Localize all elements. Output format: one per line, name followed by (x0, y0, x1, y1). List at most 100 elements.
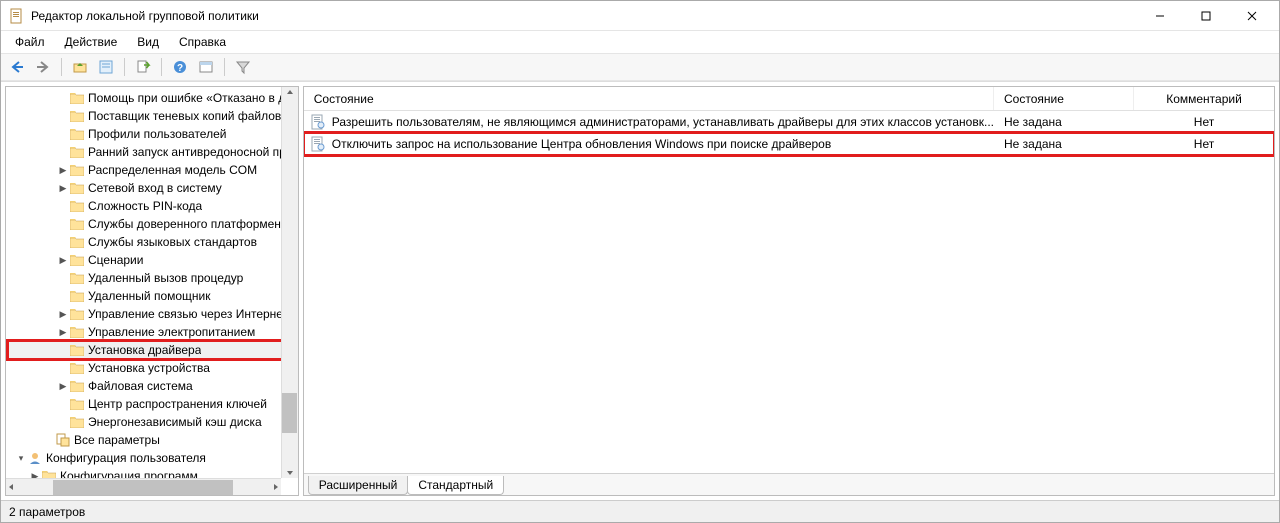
tree-label: Управление электропитанием (88, 325, 255, 339)
policy-state: Не задана (994, 115, 1134, 129)
folder-icon (70, 164, 84, 176)
tree-label: Удаленный вызов процедур (88, 271, 243, 285)
column-state[interactable]: Состояние (994, 87, 1134, 110)
filter-button[interactable] (233, 57, 253, 77)
tree-item[interactable]: Поставщик теневых копий файловог (8, 107, 298, 125)
tree-label: Службы языковых стандартов (88, 235, 257, 249)
tree-label: Центр распространения ключей (88, 397, 267, 411)
content-area: Помощь при ошибке «Отказано в до Поставщи… (1, 81, 1279, 500)
scroll-left-icon (6, 482, 16, 492)
folder-icon (70, 254, 84, 266)
tree-item[interactable]: ▶Распределенная модель COM (8, 161, 298, 179)
up-button[interactable] (70, 57, 90, 77)
minimize-button[interactable] (1137, 1, 1183, 31)
back-button[interactable] (7, 57, 27, 77)
tree-item[interactable]: Установка устройства (8, 359, 298, 377)
svg-text:?: ? (177, 63, 183, 74)
list-row[interactable]: Разрешить пользователям, не являющимся а… (304, 111, 1274, 133)
export-button[interactable] (133, 57, 153, 77)
tree-label: Управление связью через Интернет (88, 307, 288, 321)
minimize-icon (1155, 11, 1165, 21)
help-button[interactable]: ? (170, 57, 190, 77)
policy-name: Отключить запрос на использование Центра… (332, 137, 994, 151)
menu-help[interactable]: Справка (171, 33, 234, 51)
folder-icon (70, 146, 84, 158)
tree-item[interactable]: Удаленный помощник (8, 287, 298, 305)
tree-item[interactable]: Профили пользователей (8, 125, 298, 143)
tree-item[interactable]: Все параметры (8, 431, 298, 449)
scroll-up-icon (285, 87, 295, 97)
folder-icon (70, 182, 84, 194)
tree-item[interactable]: ▾ Конфигурация пользователя (8, 449, 298, 467)
scroll-thumb[interactable] (282, 393, 297, 433)
tab-standard[interactable]: Стандартный (407, 476, 504, 495)
folder-icon (70, 362, 84, 374)
expander-icon[interactable]: ▶ (56, 181, 70, 195)
column-comment[interactable]: Комментарий (1134, 87, 1274, 110)
menubar: Файл Действие Вид Справка (1, 31, 1279, 53)
tree-item[interactable]: Энергонезависимый кэш диска (8, 413, 298, 431)
expander-icon[interactable]: ▶ (56, 253, 70, 267)
tree-item[interactable]: ▶Сценарии (8, 251, 298, 269)
policy-comment: Нет (1134, 115, 1274, 129)
scroll-thumb[interactable] (53, 480, 233, 495)
menu-action[interactable]: Действие (57, 33, 126, 51)
user-icon (28, 451, 42, 465)
show-hide-icon (198, 59, 214, 75)
policy-icon (310, 136, 326, 152)
menu-file[interactable]: Файл (7, 33, 53, 51)
tree-item[interactable]: ▶Сетевой вход в систему (8, 179, 298, 197)
folder-icon (70, 380, 84, 392)
tree-item[interactable]: Службы доверенного платформенно (8, 215, 298, 233)
tab-extended[interactable]: Расширенный (308, 476, 409, 495)
tree-item[interactable]: Центр распространения ключей (8, 395, 298, 413)
arrow-left-icon (9, 59, 25, 75)
titlebar: Редактор локальной групповой политики (1, 1, 1279, 31)
tree-item[interactable]: Сложность PIN-кода (8, 197, 298, 215)
tree-item[interactable]: ▶ Управление электропитанием (8, 323, 298, 341)
tree-item[interactable]: Службы языковых стандартов (8, 233, 298, 251)
horizontal-scrollbar[interactable] (6, 478, 281, 495)
properties-button[interactable] (96, 57, 116, 77)
toolbar: ? (1, 53, 1279, 81)
tree-label: Конфигурация пользователя (46, 451, 206, 465)
folder-icon (70, 344, 84, 356)
tree-item[interactable]: Установка драйвера (8, 341, 298, 359)
show-hide-button[interactable] (196, 57, 216, 77)
expander-icon[interactable]: ▶ (56, 379, 70, 393)
expander-icon[interactable]: ▾ (14, 451, 28, 465)
tree-item[interactable]: Ранний запуск антивредоносной про (8, 143, 298, 161)
export-icon (135, 59, 151, 75)
policy-comment: Нет (1134, 137, 1274, 151)
tree[interactable]: Помощь при ошибке «Отказано в до Поставщи… (6, 87, 298, 487)
forward-button[interactable] (33, 57, 53, 77)
scroll-right-icon (271, 482, 281, 492)
tree-label: Поставщик теневых копий файловог (88, 109, 292, 123)
tree-label: Сложность PIN-кода (88, 199, 202, 213)
tree-item[interactable]: ▶ Управление связью через Интернет (8, 305, 298, 323)
tree-item[interactable]: Удаленный вызов процедур (8, 269, 298, 287)
list-header: Состояние Состояние Комментарий (304, 87, 1274, 111)
expander-icon[interactable]: ▶ (56, 307, 70, 321)
tree-item[interactable]: ▶Файловая система (8, 377, 298, 395)
folder-icon (70, 110, 84, 122)
folder-icon (70, 200, 84, 212)
list-row[interactable]: Отключить запрос на использование Центра… (304, 133, 1274, 155)
column-name[interactable]: Состояние (304, 87, 994, 110)
folder-icon (70, 272, 84, 284)
arrow-right-icon (35, 59, 51, 75)
menu-view[interactable]: Вид (129, 33, 167, 51)
maximize-button[interactable] (1183, 1, 1229, 31)
tree-label: Удаленный помощник (88, 289, 211, 303)
tree-item[interactable]: Помощь при ошибке «Отказано в до (8, 89, 298, 107)
expander-icon[interactable]: ▶ (56, 163, 70, 177)
tree-label: Профили пользователей (88, 127, 226, 141)
help-icon: ? (172, 59, 188, 75)
close-button[interactable] (1229, 1, 1275, 31)
tree-label: Установка драйвера (88, 343, 201, 357)
vertical-scrollbar[interactable] (281, 87, 298, 478)
params-icon (56, 433, 70, 447)
close-icon (1247, 11, 1257, 21)
folder-icon (70, 290, 84, 302)
expander-icon[interactable]: ▶ (56, 325, 70, 339)
